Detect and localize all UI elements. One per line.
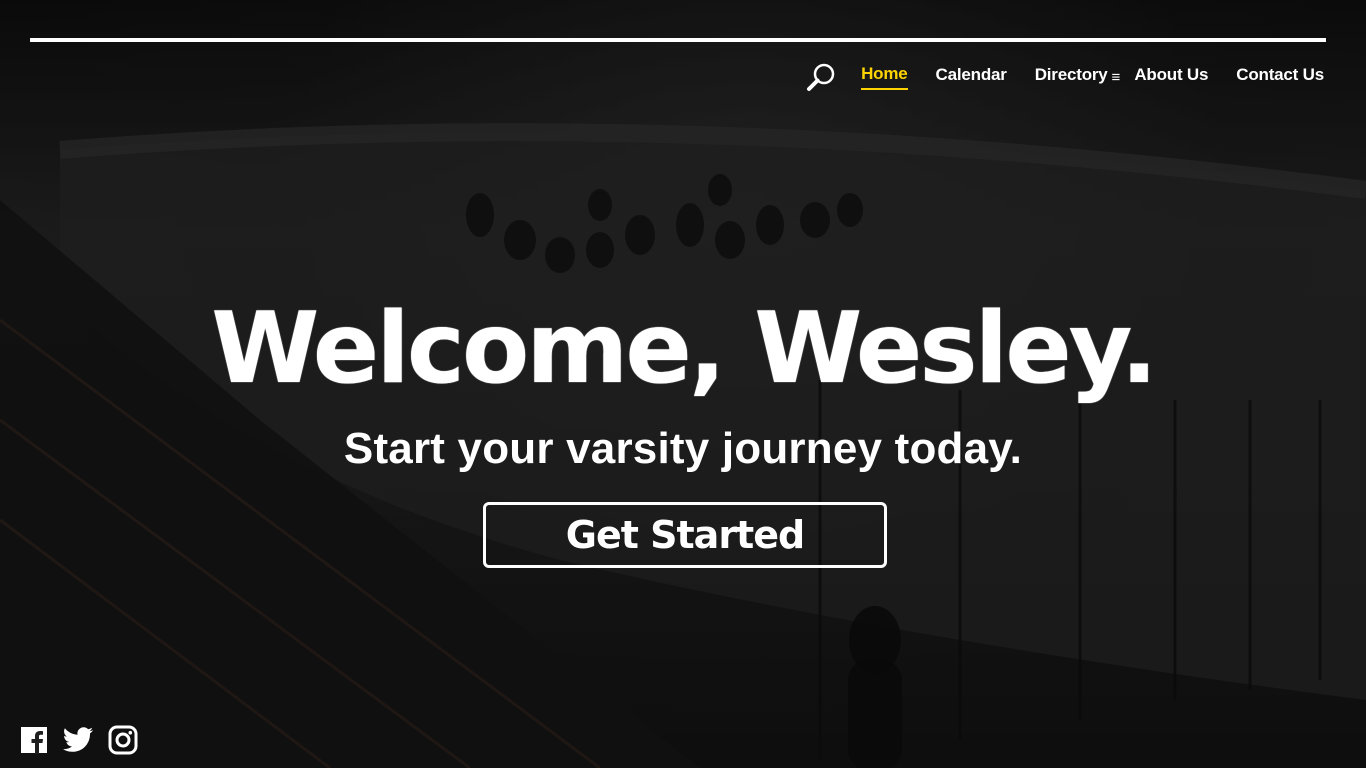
social-links [20, 725, 152, 760]
instagram-icon[interactable] [108, 725, 138, 760]
welcome-headline: Welcome, Wesley. [211, 292, 1158, 406]
nav-calendar[interactable]: Calendar [936, 65, 1007, 89]
main-navigation: Home Calendar Directory ≡ About Us Conta… [805, 60, 1324, 94]
get-started-button[interactable]: Get Started [483, 502, 887, 568]
nav-about-us[interactable]: About Us [1134, 65, 1208, 89]
nav-contact-us[interactable]: Contact Us [1236, 65, 1324, 89]
nav-directory-label[interactable]: Directory [1035, 65, 1108, 89]
hero-subheadline: Start your varsity journey today. [343, 424, 1023, 473]
top-divider [30, 38, 1326, 42]
hero-section: Home Calendar Directory ≡ About Us Conta… [0, 0, 1366, 768]
nav-home[interactable]: Home [861, 64, 908, 90]
twitter-icon[interactable] [62, 726, 94, 759]
nav-directory[interactable]: Directory ≡ [1035, 65, 1121, 89]
hamburger-icon[interactable]: ≡ [1112, 69, 1121, 86]
search-icon[interactable] [805, 61, 837, 93]
facebook-icon[interactable] [20, 726, 48, 759]
